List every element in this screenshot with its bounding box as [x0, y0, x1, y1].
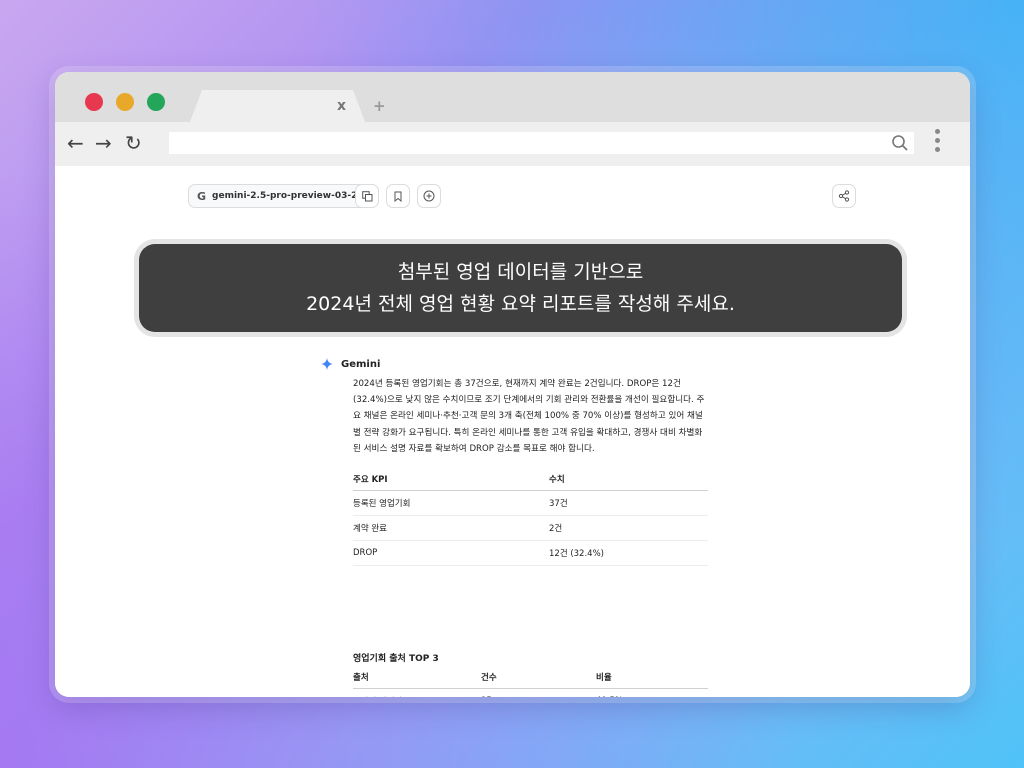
column-header: 출처 — [353, 666, 481, 689]
browser-window: x + ← → ↻ G gemini-2.5-pro-preview-03-25 — [55, 72, 970, 697]
table-row: 온라인 세미나 15 40.5% — [353, 688, 708, 697]
close-window-button[interactable] — [85, 93, 103, 111]
section-title: 영업기회 출처 TOP 3 — [353, 654, 439, 664]
page-content: G gemini-2.5-pro-preview-03-25 첨부된 영업 데이… — [55, 166, 970, 697]
back-arrow-icon[interactable]: ← — [67, 131, 84, 155]
share-button[interactable] — [832, 184, 856, 208]
kpi-table: 주요 KPI 수치 등록된 영업기회 37건 계약 완료 2건 DROP 12건… — [353, 468, 708, 566]
search-icon[interactable] — [891, 134, 909, 152]
column-header: 비율 — [596, 666, 708, 689]
assistant-header: Gemini — [321, 358, 380, 370]
table-cell: 40.5% — [596, 688, 708, 697]
column-header: 건수 — [481, 666, 596, 689]
copy-button[interactable] — [355, 184, 379, 208]
table-cell: 등록된 영업기회 — [353, 490, 549, 516]
table-row: DROP 12건 (32.4%) — [353, 540, 708, 566]
user-prompt-bubble: 첨부된 영업 데이터를 기반으로 2024년 전체 영업 현황 요약 리포트를 … — [139, 244, 902, 332]
table-cell: DROP — [353, 540, 549, 566]
bookmark-button[interactable] — [386, 184, 410, 208]
sources-table: 출처 건수 비율 온라인 세미나 15 40.5% — [353, 666, 708, 697]
prompt-line-2: 2024년 전체 영업 현황 요약 리포트를 작성해 주세요. — [306, 293, 735, 315]
tab-close-icon[interactable]: x — [337, 98, 346, 114]
new-tab-icon[interactable]: + — [373, 97, 386, 115]
prompt-line-1: 첨부된 영업 데이터를 기반으로 — [397, 261, 644, 283]
share-icon — [838, 190, 850, 202]
table-cell: 37건 — [549, 490, 708, 516]
table-row: 등록된 영업기회 37건 — [353, 490, 708, 516]
add-button[interactable] — [417, 184, 441, 208]
minimize-window-button[interactable] — [116, 93, 134, 111]
gemini-sparkle-icon — [321, 358, 333, 370]
table-cell: 계약 완료 — [353, 515, 549, 541]
column-header: 주요 KPI — [353, 468, 549, 491]
bookmark-icon — [394, 191, 402, 202]
model-selector[interactable]: G gemini-2.5-pro-preview-03-25 — [188, 184, 373, 208]
table-header-row: 출처 건수 비율 — [353, 666, 708, 689]
table-cell: 2건 — [549, 515, 708, 541]
table-cell: 15 — [481, 688, 596, 697]
response-paragraph: 2024년 등록된 영업기회는 총 37건으로, 현재까지 계약 완료는 2건입… — [353, 379, 705, 454]
column-header: 수치 — [549, 468, 708, 491]
table-header-row: 주요 KPI 수치 — [353, 468, 708, 491]
table-cell: 온라인 세미나 — [353, 688, 481, 697]
model-label: gemini-2.5-pro-preview-03-25 — [212, 191, 364, 201]
maximize-window-button[interactable] — [147, 93, 165, 111]
plus-circle-icon — [423, 190, 435, 202]
assistant-name: Gemini — [341, 358, 381, 370]
table-row: 계약 완료 2건 — [353, 515, 708, 541]
browser-menu-icon[interactable] — [935, 129, 941, 157]
forward-arrow-icon[interactable]: → — [95, 131, 112, 155]
tab-bar: x + — [55, 72, 970, 122]
table-cell: 12건 (32.4%) — [549, 540, 708, 566]
reload-icon[interactable]: ↻ — [125, 131, 142, 155]
google-g-icon: G — [197, 189, 207, 203]
address-bar[interactable] — [169, 132, 914, 154]
browser-toolbar: ← → ↻ — [55, 122, 970, 166]
copy-icon — [361, 190, 372, 201]
